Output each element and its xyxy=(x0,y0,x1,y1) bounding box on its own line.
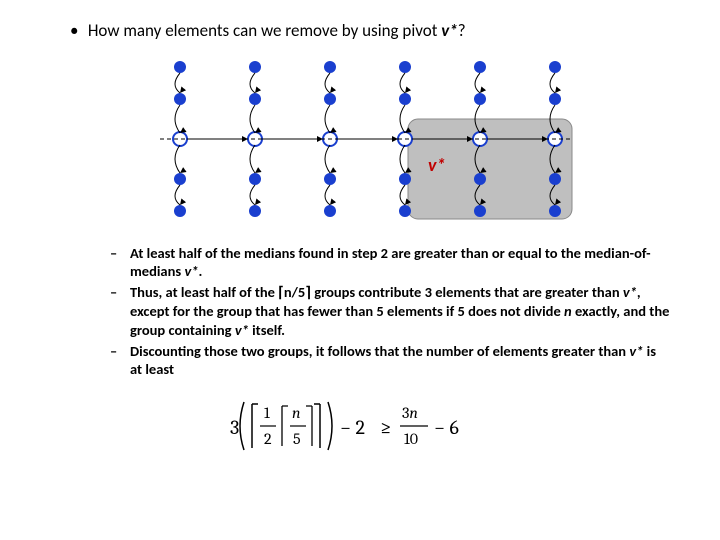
s2p9: v* xyxy=(235,321,249,339)
s2p2: n/5 xyxy=(284,283,305,301)
sub-3: – Discounting those two groups, it follo… xyxy=(110,342,670,378)
dash-2: – xyxy=(110,283,130,338)
sub-3-body: Discounting those two groups, it follows… xyxy=(130,342,670,378)
s3p0: Discounting those two groups, it follows… xyxy=(130,342,629,360)
median-of-medians-diagram: v* xyxy=(140,49,580,229)
dash-1: – xyxy=(110,244,130,280)
f-minus6: − 6 xyxy=(434,416,459,439)
bullet-marker: • xyxy=(70,20,84,41)
inequality-formula: 3 1 2 n 5 − 2 xyxy=(230,396,490,456)
f-rhsnum: 3n xyxy=(402,404,418,422)
f-half-den: 2 xyxy=(264,430,272,448)
diagram-container: v* xyxy=(50,49,670,234)
f-geq: ≥ xyxy=(380,416,391,439)
main-text-a: How many elements can we remove by using… xyxy=(88,20,441,41)
vstar-label: v* xyxy=(428,154,445,176)
f-n5num: n xyxy=(292,404,301,422)
f-half-num: 1 xyxy=(264,404,270,422)
main-vstar: v* xyxy=(441,20,457,41)
dash-3: – xyxy=(110,342,130,378)
s1p2: . xyxy=(198,262,202,280)
main-text-b: ? xyxy=(458,20,466,41)
s2p5: v* xyxy=(623,283,637,301)
f-rhsden: 10 xyxy=(404,430,418,448)
s3p1: v* xyxy=(629,342,643,360)
sub-2: – Thus, at least half of the ⌈n/5⌉ group… xyxy=(110,283,670,338)
f-three: 3 xyxy=(230,416,239,439)
s2p7: n xyxy=(564,302,572,320)
sub-1-body: At least half of the medians found in st… xyxy=(130,244,670,280)
s2p10: itself. xyxy=(249,321,285,339)
s2p0: Thus, at least half of the xyxy=(130,283,278,301)
f-minus2: − 2 xyxy=(340,416,365,439)
s2p4: groups contribute 3 elements that are gr… xyxy=(311,283,623,301)
sub-1: – At least half of the medians found in … xyxy=(110,244,670,280)
main-bullet: • How many elements can we remove by usi… xyxy=(70,20,670,41)
s1p1: v* xyxy=(184,262,198,280)
f-n5den: 5 xyxy=(293,430,301,448)
formula-container: 3 1 2 n 5 − 2 xyxy=(50,396,670,461)
slide: • How many elements can we remove by usi… xyxy=(0,0,720,481)
sub-bullets: – At least half of the medians found in … xyxy=(110,244,670,378)
s1p0: At least half of the medians found in st… xyxy=(130,244,651,280)
main-bullet-text: How many elements can we remove by using… xyxy=(88,20,668,41)
sub-2-body: Thus, at least half of the ⌈n/5⌉ groups … xyxy=(130,283,670,338)
